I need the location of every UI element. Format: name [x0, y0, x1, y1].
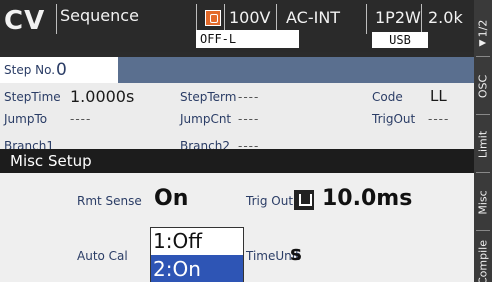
step-number-field[interactable]: Step No. 0: [0, 57, 118, 83]
divider: [421, 4, 422, 34]
row-jump: JumpTo ---- JumpCnt ---- TrigOut ----: [0, 109, 474, 129]
misc-setup-dialog: Rmt Sense On Trig Out 10.0ms Auto Cal 1:…: [0, 173, 474, 282]
output-mode: CV: [4, 6, 46, 36]
rmt-sense-label: Rmt Sense: [77, 194, 142, 208]
jump-to-label: JumpTo: [4, 112, 48, 126]
tab-osc[interactable]: OSC: [474, 58, 492, 114]
jump-cnt-label: JumpCnt: [180, 112, 232, 126]
jump-to-value[interactable]: ----: [70, 112, 91, 126]
step-term-label: StepTerm: [180, 90, 237, 104]
divider: [56, 4, 57, 34]
step-number-label: Step No.: [4, 63, 56, 77]
divider: [476, 172, 490, 173]
tab-limit[interactable]: Limit: [474, 116, 492, 172]
jump-cnt-value[interactable]: ----: [238, 112, 259, 126]
row-branch: Branch1 Branch2 ----: [0, 131, 474, 149]
divider: [366, 4, 367, 34]
auto-cal-label: Auto Cal: [77, 249, 128, 263]
trig-out-label: TrigOut: [372, 112, 416, 126]
step-time-value[interactable]: 1.0000s: [70, 87, 134, 106]
tab-misc[interactable]: Misc: [474, 174, 492, 230]
code-label: Code: [372, 90, 403, 104]
rmt-sense-value[interactable]: On: [154, 186, 188, 211]
page-arrow-icon: ▼: [478, 39, 488, 47]
frequency-range: 2.0k: [428, 8, 463, 27]
auto-cal-dropdown[interactable]: 1:Off 2:On: [150, 227, 244, 282]
trig-out-setting-value[interactable]: 10.0ms: [322, 186, 412, 211]
step-bar: Step No. 0: [0, 57, 474, 83]
row-step-time: StepTime 1.0000s StepTerm ---- Code LL: [0, 87, 474, 107]
step-time-label: StepTime: [4, 90, 61, 104]
tab-compile[interactable]: Compile: [474, 232, 492, 282]
branch2-value[interactable]: ----: [238, 139, 259, 149]
auto-cal-option-off[interactable]: 1:Off: [151, 228, 243, 254]
code-value[interactable]: LL: [430, 87, 447, 105]
branch1-label: Branch1: [4, 139, 54, 149]
trig-out-value[interactable]: ----: [428, 112, 449, 126]
instrument-screen: CV Sequence 100V AC-INT 1P2W 2.0k OFF-L …: [0, 0, 492, 282]
key-lock-icon: [205, 10, 221, 26]
phase-config: 1P2W: [375, 8, 421, 27]
voltage-range: 100V: [229, 8, 271, 27]
interface-status: USB: [372, 32, 428, 48]
status-header: CV Sequence 100V AC-INT 1P2W 2.0k OFF-L …: [0, 0, 474, 52]
divider: [476, 56, 490, 57]
auto-cal-option-on[interactable]: 2:On: [151, 255, 243, 282]
pulse-icon[interactable]: [294, 190, 314, 210]
divider: [476, 230, 490, 231]
step-number-value: 0: [56, 60, 67, 80]
softkey-tabs: 1/2 ▼ OSC Limit Misc Compile: [474, 0, 492, 282]
divider: [476, 114, 490, 115]
signal-source: AC-INT: [286, 8, 341, 27]
time-unit-value[interactable]: s: [290, 241, 302, 265]
step-term-value[interactable]: ----: [238, 90, 259, 104]
key-lock-status: OFF-L: [196, 30, 299, 48]
branch2-label: Branch2: [180, 139, 230, 149]
sequence-label: Sequence: [60, 6, 139, 25]
trig-out-setting-label: Trig Out: [246, 194, 294, 208]
misc-setup-title: Misc Setup: [0, 149, 474, 173]
